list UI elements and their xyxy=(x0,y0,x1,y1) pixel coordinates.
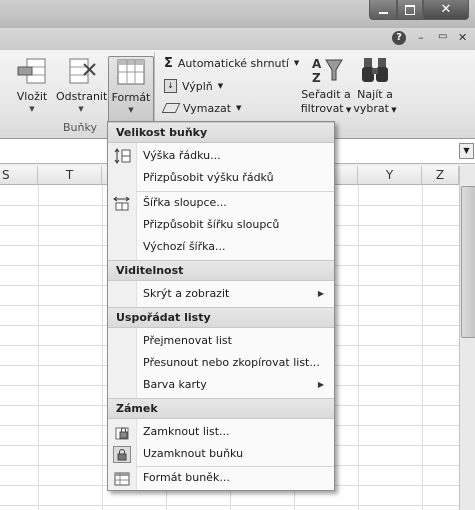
find-select-button[interactable]: Najít a vybrat ▼ xyxy=(352,54,398,117)
autosum-label: Automatické shrnutí xyxy=(177,56,289,70)
section-cell-size: Velikost buňky xyxy=(108,122,334,143)
format-cells-label: Formát buněk... xyxy=(143,471,230,484)
clear-dropdown-icon: ▼ xyxy=(236,104,242,112)
row-height-label: Výška řádku... xyxy=(143,149,221,162)
column-header-t[interactable]: T xyxy=(38,166,102,185)
insert-button[interactable]: Vložit ▼ xyxy=(10,56,54,113)
svg-text:A: A xyxy=(312,57,322,71)
lock-cell-label: Uzamknout buňku xyxy=(143,447,244,460)
submenu-arrow-icon: ▶ xyxy=(317,289,324,298)
menu-item-rename-sheet[interactable]: Přejmenovat list xyxy=(108,330,334,352)
menu-item-autofit-row[interactable]: Přizpůsobit výšku řádků xyxy=(108,167,334,189)
format-dropdown-menu: Velikost buňky Výška řádku... Přizpůsobi… xyxy=(107,121,335,491)
rename-sheet-label: Přejmenovat list xyxy=(143,334,232,347)
delete-cells-icon xyxy=(64,56,98,86)
autosum-dropdown-icon: ▼ xyxy=(293,59,300,67)
format-cells-ribbon-icon xyxy=(114,57,148,87)
menu-item-lock-cell[interactable]: Uzamknout buňku xyxy=(108,443,334,465)
help-icon[interactable]: ? xyxy=(392,31,406,45)
find-label-2: vybrat xyxy=(353,102,389,115)
close-button[interactable]: ✕ xyxy=(423,0,469,20)
sigma-icon: Σ xyxy=(164,55,173,71)
protect-sheet-icon xyxy=(113,424,131,440)
format-cells-icon xyxy=(113,470,131,486)
vertical-scrollbar[interactable] xyxy=(459,166,475,510)
grid-line xyxy=(102,185,103,510)
find-label-1: Najít a xyxy=(357,88,393,101)
ribbon-minimize-icon[interactable]: – xyxy=(418,31,424,44)
format-dropdown-icon: ▼ xyxy=(128,106,134,114)
delete-button[interactable]: Odstranit ▼ xyxy=(56,56,108,113)
fill-dropdown-icon: ▼ xyxy=(217,82,224,90)
delete-label: Odstranit xyxy=(56,90,108,103)
formula-bar-expand-icon[interactable]: ▼ xyxy=(459,143,474,159)
protect-sheet-label: Zamknout list... xyxy=(143,425,230,438)
menu-item-column-width[interactable]: Šířka sloupce... xyxy=(108,192,334,214)
autosum-button[interactable]: Σ Automatické shrnutí ▼ xyxy=(164,53,299,73)
menu-item-row-height[interactable]: Výška řádku... xyxy=(108,145,334,167)
column-header-y[interactable]: Y xyxy=(358,166,422,185)
clear-label: Vymazat xyxy=(183,101,232,115)
column-width-icon xyxy=(113,195,131,211)
tab-color-label: Barva karty xyxy=(143,378,207,391)
scrollbar-thumb[interactable] xyxy=(461,186,475,338)
move-copy-sheet-label: Přesunout nebo zkopírovat list... xyxy=(143,356,320,369)
menu-item-default-width[interactable]: Výchozí šířka... xyxy=(108,236,334,258)
menu-item-move-copy-sheet[interactable]: Přesunout nebo zkopírovat list... xyxy=(108,352,334,374)
sort-dropdown-icon: ▼ xyxy=(343,106,352,114)
hide-unhide-label: Skrýt a zobrazit xyxy=(143,287,230,300)
grid-line xyxy=(38,185,39,510)
sort-filter-button[interactable]: AZ Seřadit a filtrovat ▼ xyxy=(300,54,352,117)
section-protection: Zámek xyxy=(108,398,334,419)
lock-cell-icon xyxy=(113,446,131,463)
autofit-row-label: Přizpůsobit výšku řádků xyxy=(143,171,274,184)
restore-button[interactable] xyxy=(397,0,423,20)
binoculars-icon xyxy=(352,54,398,88)
restore-icon xyxy=(405,4,415,15)
clear-button[interactable]: Vymazat ▼ xyxy=(161,98,242,118)
menu-item-tab-color[interactable]: Barva karty ▶ xyxy=(108,374,334,396)
column-header-s[interactable]: S xyxy=(0,166,38,185)
menu-item-autofit-column[interactable]: Přizpůsobit šířku sloupců xyxy=(108,214,334,236)
column-width-label: Šířka sloupce... xyxy=(143,196,227,209)
column-header-z[interactable]: Z xyxy=(422,166,459,185)
menu-item-protect-sheet[interactable]: Zamknout list... xyxy=(108,421,334,443)
find-dropdown-icon: ▼ xyxy=(388,106,397,114)
insert-dropdown-icon: ▼ xyxy=(29,105,35,113)
grid-line xyxy=(0,505,475,506)
insert-cells-icon xyxy=(15,56,49,86)
submenu-arrow-icon: ▶ xyxy=(317,380,324,389)
ribbon-close-icon[interactable]: ✕ xyxy=(458,31,467,44)
svg-text:Z: Z xyxy=(312,71,321,85)
eraser-icon xyxy=(161,103,181,113)
format-label: Formát xyxy=(111,91,151,104)
menu-item-format-cells[interactable]: Formát buněk... xyxy=(108,467,334,489)
insert-label: Vložit xyxy=(16,90,48,103)
row-height-icon xyxy=(113,148,131,164)
delete-dropdown-icon: ▼ xyxy=(78,105,84,113)
grid-line xyxy=(358,185,359,510)
minimize-icon xyxy=(378,11,388,14)
section-visibility: Viditelnost xyxy=(108,260,334,281)
grid-line xyxy=(422,185,423,510)
format-button[interactable]: Formát ▼ xyxy=(108,56,154,124)
sort-label-1: Seřadit a xyxy=(301,88,351,101)
sort-filter-icon: AZ xyxy=(300,54,352,88)
ribbon-restore-icon[interactable]: ▭ xyxy=(438,31,447,42)
sort-label-2: filtrovat xyxy=(300,102,344,115)
section-organize-sheets: Uspořádat listy xyxy=(108,307,334,328)
menu-item-hide-unhide[interactable]: Skrýt a zobrazit ▶ xyxy=(108,283,334,305)
fill-button[interactable]: ↓ Výplň ▼ xyxy=(164,76,223,96)
close-icon: ✕ xyxy=(440,2,452,17)
default-width-label: Výchozí šířka... xyxy=(143,240,226,253)
autofit-column-label: Přizpůsobit šířku sloupců xyxy=(143,218,280,231)
minimize-button[interactable] xyxy=(369,0,397,20)
fill-down-icon: ↓ xyxy=(164,79,177,93)
fill-label: Výplň xyxy=(182,79,213,93)
